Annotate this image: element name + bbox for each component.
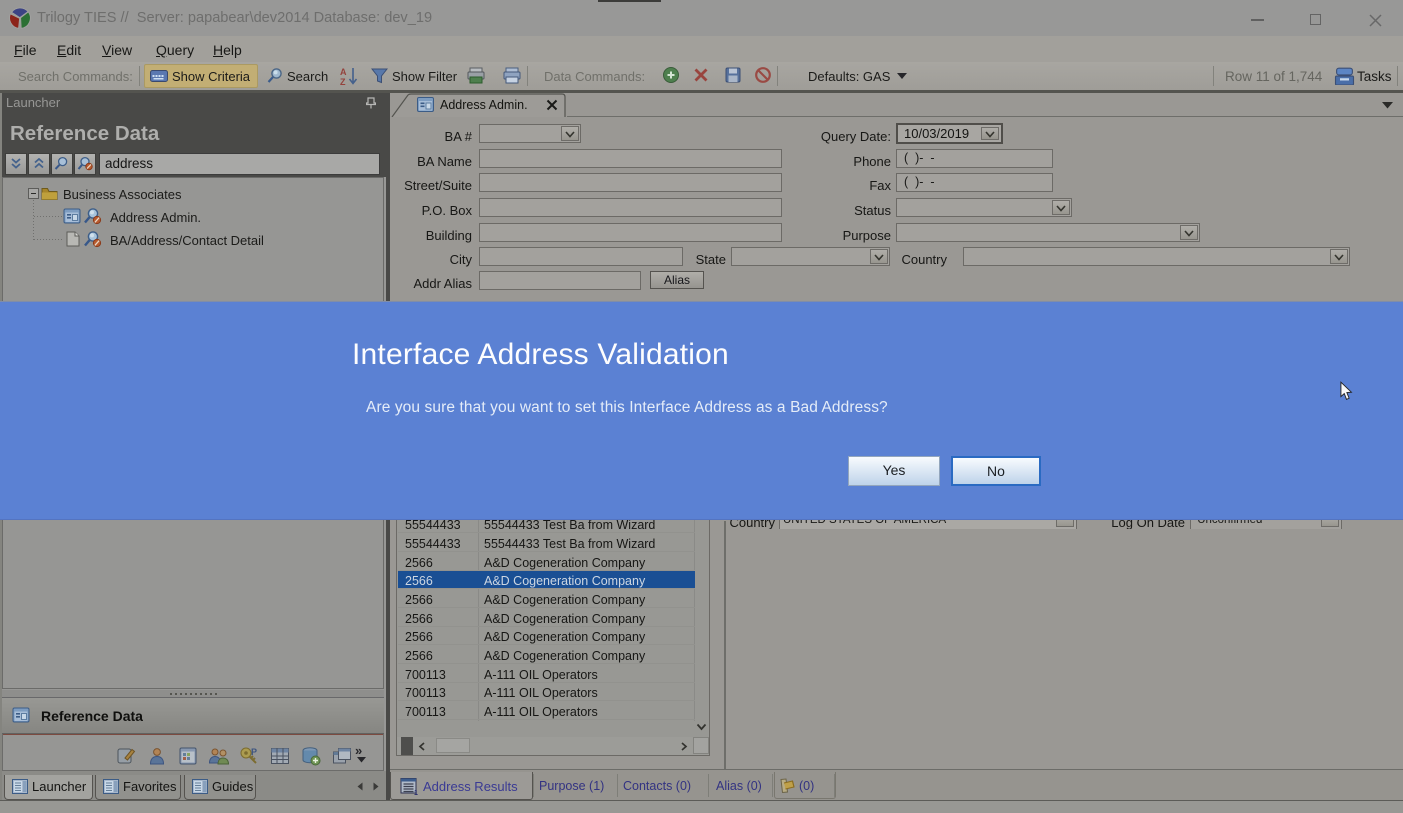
svg-text:1: 1 (414, 790, 418, 795)
svg-text:A: A (340, 67, 347, 77)
svg-text:P: P (251, 747, 257, 757)
svg-text:Z: Z (340, 77, 346, 86)
